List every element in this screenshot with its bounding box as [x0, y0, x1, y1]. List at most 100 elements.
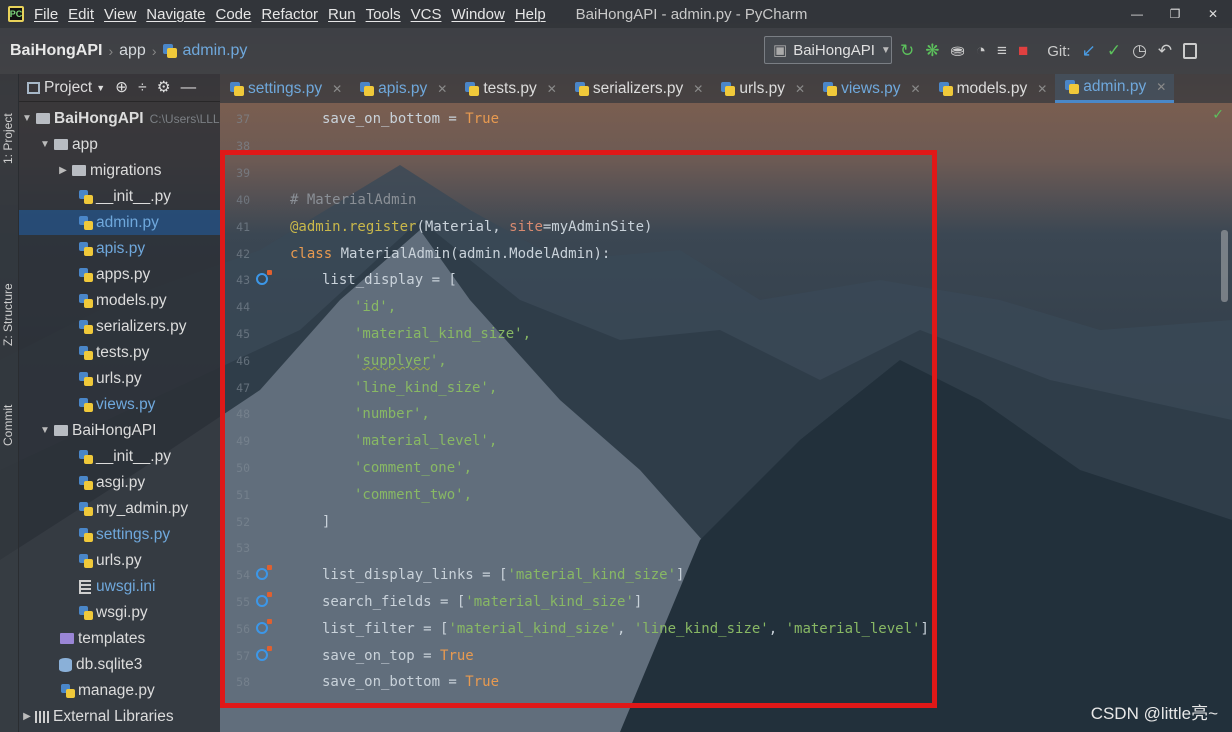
close-icon[interactable]: ✕: [693, 82, 703, 96]
menu-tools[interactable]: Tools: [366, 6, 401, 23]
collapse-icon[interactable]: ÷: [138, 79, 147, 97]
git-update-icon[interactable]: ↙: [1082, 41, 1096, 61]
tab-project-tool[interactable]: 1: Project: [1, 113, 15, 164]
menu-help[interactable]: Help: [515, 6, 546, 23]
override-marker-icon[interactable]: [256, 592, 272, 607]
run-icon[interactable]: ↻: [900, 41, 914, 61]
tree-item-app[interactable]: ▼ app: [19, 132, 220, 157]
code-text: MaterialAdmin(admin.ModelAdmin):: [332, 246, 611, 262]
chevron-down-icon[interactable]: ▼: [21, 113, 33, 124]
close-icon[interactable]: ✕: [1156, 80, 1166, 94]
inspection-ok-icon[interactable]: ✓: [1212, 107, 1224, 123]
tree-item-file[interactable]: __init__.py: [19, 184, 220, 209]
python-file-icon: [61, 683, 75, 698]
gear-icon[interactable]: ⚙: [157, 78, 171, 97]
close-icon[interactable]: ✕: [547, 82, 557, 96]
override-marker-icon[interactable]: [256, 619, 272, 634]
tree-item-file-selected[interactable]: admin.py: [19, 210, 220, 235]
code-param: site: [509, 219, 543, 235]
menu-navigate[interactable]: Navigate: [146, 6, 205, 23]
more-icon[interactable]: [1183, 43, 1198, 59]
folder-icon: [36, 113, 50, 124]
editor-scrollbar[interactable]: [1221, 230, 1228, 302]
git-commit-icon[interactable]: ✓: [1107, 41, 1121, 61]
close-icon[interactable]: ✕: [332, 82, 342, 96]
override-marker-icon[interactable]: [256, 646, 272, 661]
tab-serializers[interactable]: serializers.py ✕: [565, 74, 712, 103]
menu-refactor[interactable]: Refactor: [261, 6, 318, 23]
tree-item-file[interactable]: urls.py: [19, 366, 220, 391]
chevron-down-icon[interactable]: ▼: [39, 139, 51, 150]
menu-run[interactable]: Run: [328, 6, 356, 23]
menu-window[interactable]: Window: [451, 6, 504, 23]
locate-icon[interactable]: ⊕: [115, 78, 128, 97]
close-icon[interactable]: ✕: [795, 82, 805, 96]
menu-file[interactable]: File: [34, 6, 58, 23]
tab-label: apis.py: [378, 79, 428, 97]
breadcrumb-folder[interactable]: app: [119, 42, 146, 60]
tree-item-file[interactable]: my_admin.py: [19, 496, 220, 521]
history-icon[interactable]: ◷: [1132, 41, 1147, 61]
hide-icon[interactable]: —: [181, 79, 197, 97]
tab-settings[interactable]: settings.py ✕: [220, 74, 350, 103]
tree-item-file[interactable]: asgi.py: [19, 470, 220, 495]
rollback-icon[interactable]: ↶: [1158, 41, 1172, 61]
restore-icon[interactable]: ❐: [1156, 0, 1194, 28]
tab-admin[interactable]: admin.py ✕: [1055, 74, 1175, 103]
tab-tests[interactable]: tests.py ✕: [455, 74, 564, 103]
minimize-icon[interactable]: —: [1118, 0, 1156, 28]
stop-icon[interactable]: ■: [1018, 41, 1028, 61]
tree-item-baihongapi[interactable]: ▼ BaiHongAPI: [19, 418, 220, 443]
debug-icon[interactable]: ❋: [925, 41, 939, 61]
tree-item-migrations[interactable]: ▶ migrations: [19, 158, 220, 183]
profile-icon[interactable]: ◔: [976, 41, 986, 61]
tab-models[interactable]: models.py ✕: [929, 74, 1056, 103]
project-view-select[interactable]: Project ▼: [27, 79, 105, 97]
chevron-right-icon[interactable]: ▶: [21, 711, 33, 722]
code-editor[interactable]: 37 38 39 40 41 42 43 44 45 46 47 48 49 5…: [220, 103, 1232, 732]
python-file-icon: [1065, 80, 1080, 94]
tree-item-file[interactable]: manage.py: [19, 678, 220, 703]
database-icon: [59, 657, 72, 672]
tab-urls[interactable]: urls.py ✕: [711, 74, 813, 103]
tree-item-file[interactable]: apis.py: [19, 236, 220, 261]
build-icon[interactable]: ≡: [997, 41, 1007, 61]
tree-item-file[interactable]: urls.py: [19, 548, 220, 573]
close-icon[interactable]: ✕: [911, 82, 921, 96]
code-line: ' supplyer ',: [290, 348, 447, 374]
menu-edit[interactable]: Edit: [68, 6, 94, 23]
tab-views[interactable]: views.py ✕: [813, 74, 929, 103]
code-keyword: True: [465, 111, 500, 127]
menu-vcs[interactable]: VCS: [411, 6, 442, 23]
tree-item-file[interactable]: tests.py: [19, 340, 220, 365]
tab-structure-tool[interactable]: Z: Structure: [1, 283, 15, 346]
coverage-icon[interactable]: ⛂: [951, 41, 965, 61]
python-file-icon: [79, 319, 93, 334]
tree-item-file[interactable]: __init__.py: [19, 444, 220, 469]
tree-item-external-libraries[interactable]: ▶ External Libraries: [19, 704, 220, 729]
tab-apis[interactable]: apis.py ✕: [350, 74, 455, 103]
menu-view[interactable]: View: [104, 6, 136, 23]
chevron-down-icon[interactable]: ▼: [39, 425, 51, 436]
tree-item-file[interactable]: db.sqlite3: [19, 652, 220, 677]
tree-item-root[interactable]: ▼ BaiHongAPI C:\Users\LLL: [19, 106, 220, 131]
close-icon[interactable]: ✕: [1194, 0, 1232, 28]
chevron-right-icon[interactable]: ▶: [57, 165, 69, 176]
tree-item-file[interactable]: settings.py: [19, 522, 220, 547]
tree-item-file[interactable]: serializers.py: [19, 314, 220, 339]
breadcrumb-project[interactable]: BaiHongAPI: [10, 42, 102, 60]
tree-item-file[interactable]: apps.py: [19, 262, 220, 287]
tree-item-file[interactable]: models.py: [19, 288, 220, 313]
close-icon[interactable]: ✕: [1037, 82, 1047, 96]
tab-commit-tool[interactable]: Commit: [1, 405, 15, 446]
tree-item-file[interactable]: views.py: [19, 392, 220, 417]
tree-item-templates[interactable]: templates: [19, 626, 220, 651]
override-marker-icon[interactable]: [256, 565, 272, 580]
tree-item-file[interactable]: wsgi.py: [19, 600, 220, 625]
close-icon[interactable]: ✕: [437, 82, 447, 96]
override-marker-icon[interactable]: [256, 270, 272, 285]
menu-code[interactable]: Code: [215, 6, 251, 23]
breadcrumb-file[interactable]: admin.py: [183, 42, 248, 60]
tree-item-file[interactable]: uwsgi.ini: [19, 574, 220, 599]
run-configuration-select[interactable]: ▣ BaiHongAPI ▼: [764, 36, 892, 64]
